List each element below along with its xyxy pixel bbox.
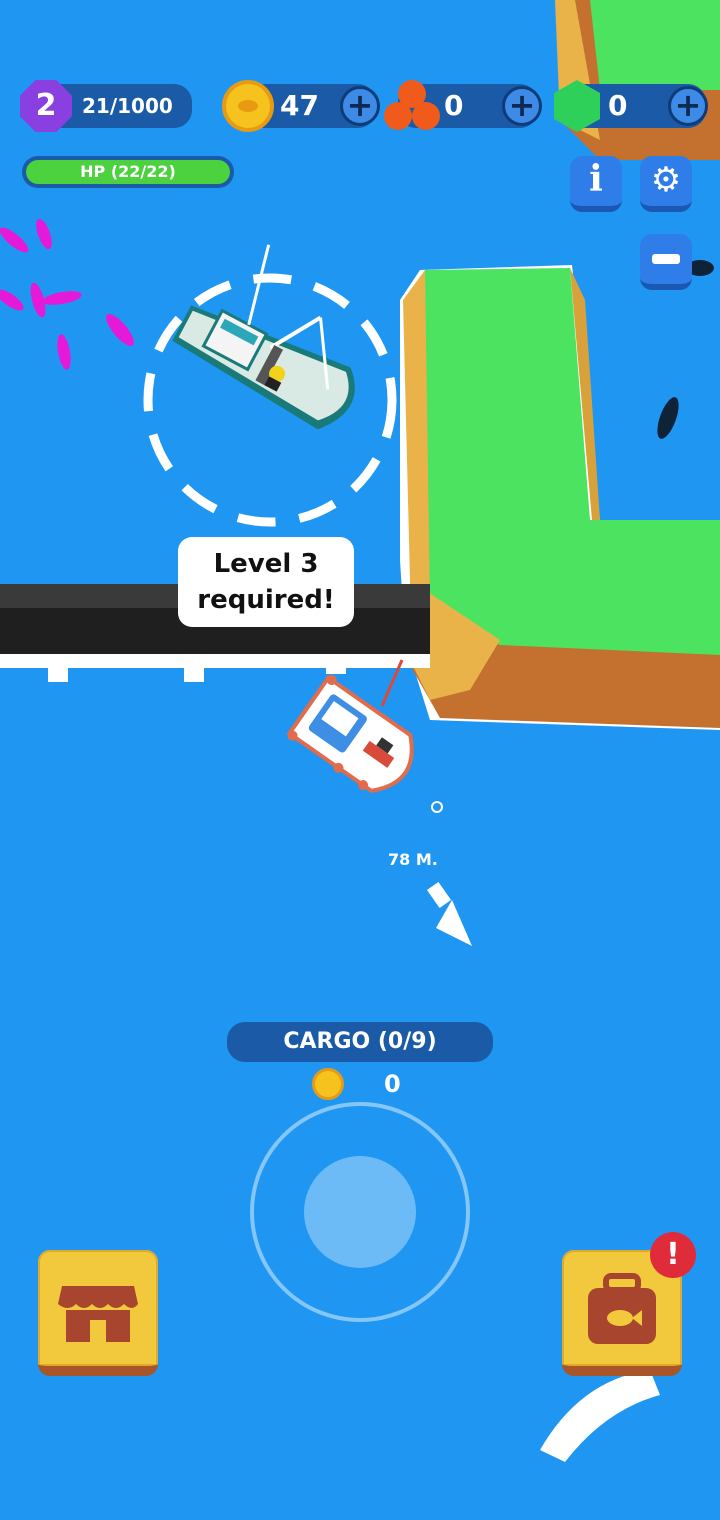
cargo-label: CARGO (0/9) bbox=[283, 1029, 437, 1054]
cargo-panel: CARGO (0/9) bbox=[227, 1022, 493, 1062]
cargo-coin-value: 0 bbox=[384, 1070, 401, 1098]
gear-icon: ⚙ bbox=[650, 160, 682, 200]
coin-count: 47 bbox=[280, 89, 319, 122]
add-orbs-button[interactable]: + bbox=[502, 86, 542, 126]
level-required-line1: Level 3 bbox=[213, 549, 319, 579]
settings-button[interactable]: ⚙ bbox=[640, 156, 692, 212]
orb-count: 0 bbox=[444, 89, 464, 122]
xp-text: 21/1000 bbox=[82, 94, 173, 118]
add-coins-button[interactable]: + bbox=[340, 86, 380, 126]
zoom-out-button[interactable] bbox=[640, 234, 692, 290]
minus-icon bbox=[652, 254, 680, 264]
distance-readout: 78 M. bbox=[388, 850, 438, 869]
shop-button[interactable] bbox=[38, 1250, 158, 1376]
alert-mark: ! bbox=[666, 1237, 680, 1272]
hp-bar-fill: HP (22/22) bbox=[26, 160, 230, 184]
joystick-knob[interactable] bbox=[304, 1156, 416, 1268]
orb-icon bbox=[384, 80, 440, 132]
add-gems-button[interactable]: + bbox=[668, 86, 708, 126]
island-top-right bbox=[555, 0, 720, 160]
level-number: 2 bbox=[35, 88, 57, 123]
level-badge: 2 bbox=[20, 80, 72, 132]
info-button[interactable]: i bbox=[570, 156, 622, 212]
shop-icon bbox=[58, 1286, 138, 1342]
cargo-coin-icon bbox=[312, 1068, 344, 1100]
fish-emblem-icon bbox=[238, 100, 258, 112]
game-screen: 21/1000 2 47 + 0 + 0 + HP (22/22) i ⚙ Le… bbox=[0, 0, 720, 1520]
hp-label: HP (22/22) bbox=[80, 162, 176, 181]
info-icon: i bbox=[589, 158, 603, 200]
level-required-bubble: Level 3 required! bbox=[178, 537, 354, 627]
coin-icon bbox=[222, 80, 274, 132]
level-required-line2: required! bbox=[197, 585, 335, 615]
hp-bar: HP (22/22) bbox=[22, 156, 234, 188]
gem-count: 0 bbox=[608, 89, 628, 122]
alert-badge: ! bbox=[650, 1232, 696, 1278]
